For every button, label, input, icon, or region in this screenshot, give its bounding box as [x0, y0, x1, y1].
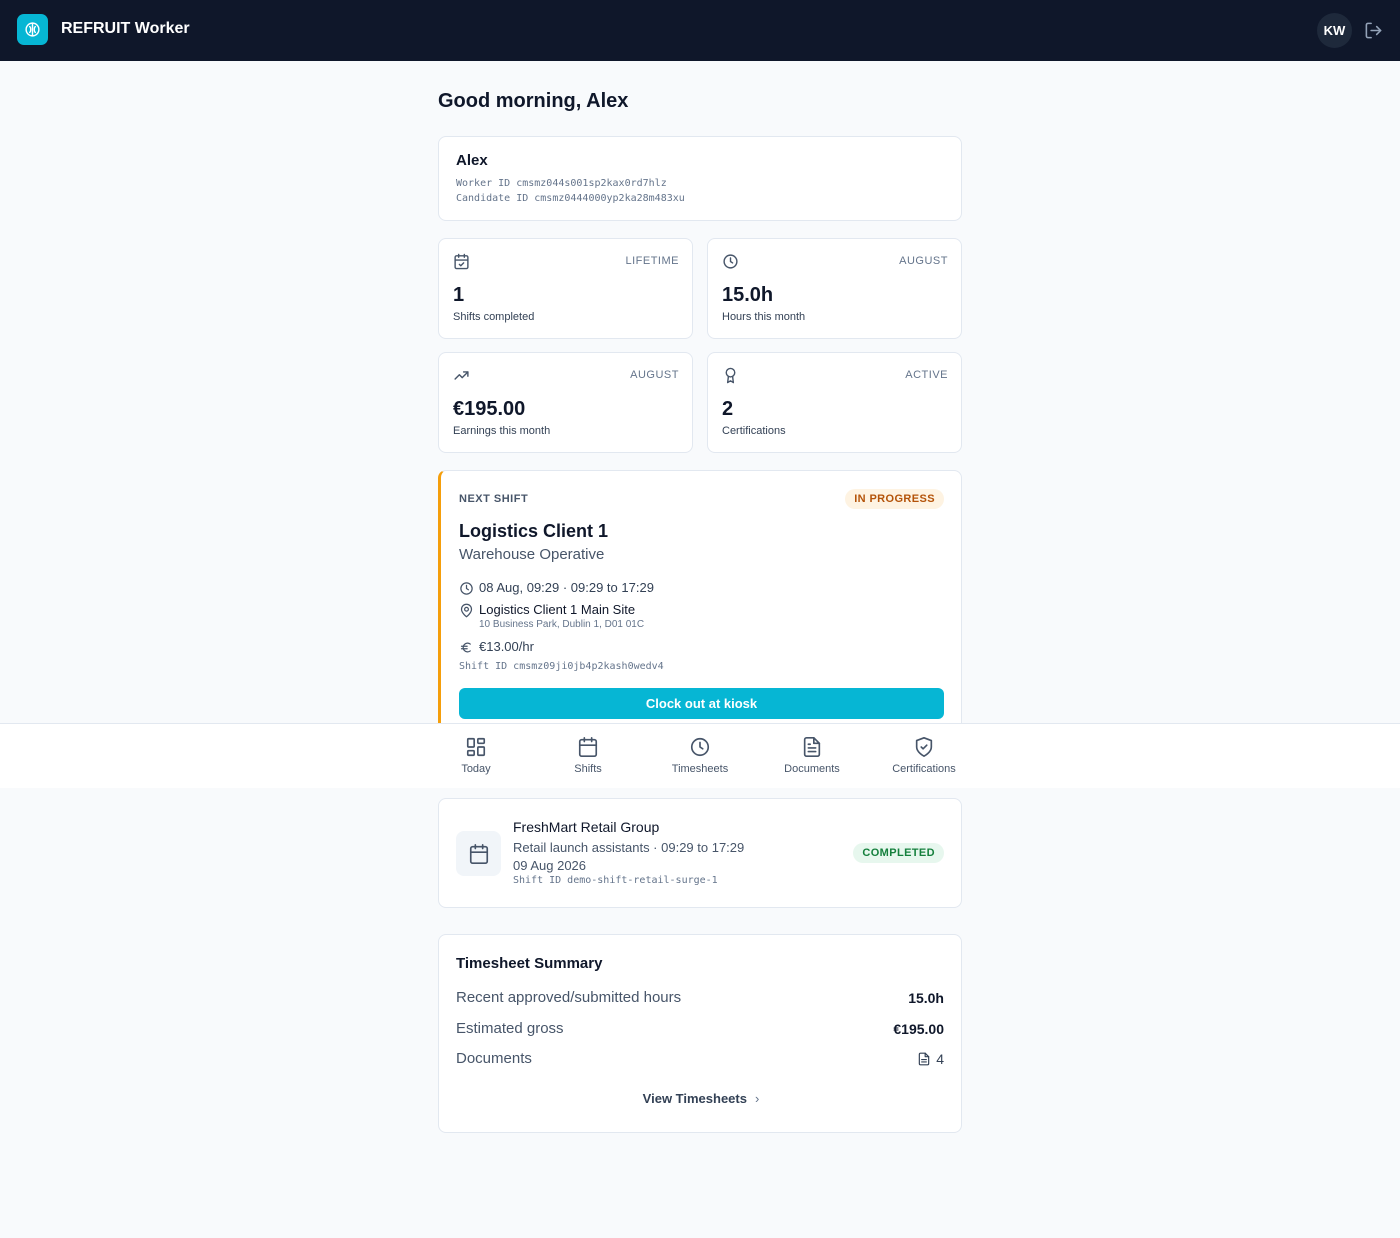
- summary-row-label: Estimated gross: [456, 1020, 564, 1037]
- shift-tile: [456, 831, 501, 876]
- shift-site: Logistics Client 1 Main Site: [479, 602, 636, 617]
- nav-label: Documents: [784, 763, 840, 775]
- view-timesheets-label: View Timesheets: [642, 1091, 747, 1106]
- past-shift-date: 09 Aug 2026: [513, 858, 587, 873]
- map-pin-icon: [460, 603, 473, 618]
- nav-label: Shifts: [574, 763, 602, 775]
- top-bar: REFRUIT Worker KW: [0, 0, 1400, 61]
- summary-row-value: 4: [936, 1051, 944, 1067]
- past-shift-details: Retail launch assistants · 09:29 to 17:2…: [513, 840, 745, 855]
- euro-icon: [460, 642, 471, 653]
- summary-row-value: 15.0h: [908, 990, 944, 1006]
- stat-card-earnings: AUGUST €195.00 Earnings this month: [438, 352, 693, 453]
- status-badge: COMPLETED: [853, 843, 944, 863]
- stat-card-certifications: ACTIVE 2 Certifications: [707, 352, 962, 453]
- clock-out-button[interactable]: Clock out at kiosk: [459, 688, 944, 719]
- shift-time: 08 Aug, 09:29 · 09:29 to 17:29: [479, 580, 654, 595]
- summary-row-label: Documents: [456, 1050, 532, 1067]
- next-shift-eyebrow: NEXT SHIFT: [459, 493, 529, 505]
- stat-period: LIFETIME: [625, 255, 679, 267]
- document-icon: [918, 1052, 930, 1066]
- nav-item-today[interactable]: Today: [420, 724, 532, 789]
- nav-label: Today: [461, 763, 491, 775]
- summary-row-value: €195.00: [893, 1021, 944, 1037]
- trending-up-icon: [454, 371, 469, 380]
- shift-rate: €13.00/hr: [479, 639, 534, 654]
- clock-icon: [460, 582, 473, 595]
- worker-id: Worker ID cmsmz044s001sp2kax0rd7hlz: [456, 178, 667, 189]
- nav-item-shifts[interactable]: Shifts: [532, 724, 644, 789]
- stat-label: Shifts completed: [453, 311, 535, 323]
- documents-count: 4: [917, 1051, 944, 1067]
- view-timesheets-link[interactable]: View Timesheets ›: [439, 1091, 963, 1106]
- logout-icon[interactable]: [1364, 21, 1383, 40]
- nav-item-documents[interactable]: Documents: [756, 724, 868, 789]
- shield-check-icon: [915, 737, 933, 757]
- calendar-icon: [469, 843, 488, 864]
- calendar-check-icon: [454, 253, 469, 270]
- award-icon: [725, 367, 736, 384]
- candidate-id: Candidate ID cmsmz0444000yp2ka28m483xu: [456, 193, 685, 204]
- shift-role: Warehouse Operative: [459, 546, 605, 563]
- app-logo-icon: [17, 14, 48, 45]
- stat-period: AUGUST: [630, 369, 679, 381]
- page-greeting: Good morning, Alex: [438, 90, 629, 112]
- nav-label: Timesheets: [671, 763, 729, 775]
- shift-id: Shift ID cmsmz09ji0jb4p2kash0wedv4: [459, 661, 664, 672]
- clock-icon: [690, 737, 710, 757]
- summary-row-label: Recent approved/submitted hours: [456, 989, 682, 1006]
- past-shift-client: FreshMart Retail Group: [513, 819, 660, 835]
- nav-item-timesheets[interactable]: Timesheets: [644, 724, 756, 789]
- shift-address: 10 Business Park, Dublin 1, D01 01C: [479, 619, 645, 630]
- clock-icon: [723, 254, 738, 269]
- worker-name: Alex: [456, 152, 488, 169]
- document-icon: [803, 737, 821, 757]
- past-shift-id: Shift ID demo-shift-retail-surge-1: [513, 875, 718, 886]
- bottom-nav: Today Shifts Timesheets Documents Certif…: [0, 723, 1400, 788]
- stat-label: Hours this month: [722, 311, 806, 323]
- app-title: REFRUIT Worker: [61, 20, 190, 37]
- calendar-icon: [578, 737, 598, 757]
- stat-label: Certifications: [722, 425, 786, 437]
- nav-item-certifications[interactable]: Certifications: [868, 724, 980, 789]
- stat-card-hours: AUGUST 15.0h Hours this month: [707, 238, 962, 339]
- stat-value: 1: [453, 284, 465, 306]
- stat-card-shifts: LIFETIME 1 Shifts completed: [438, 238, 693, 339]
- stat-value: 15.0h: [722, 284, 774, 306]
- past-shift-card[interactable]: FreshMart Retail Group Retail launch ass…: [438, 798, 962, 908]
- chevron-right-icon: ›: [754, 1091, 760, 1106]
- grid-icon: [466, 737, 486, 757]
- summary-title: Timesheet Summary: [456, 955, 603, 972]
- stat-value: 2: [722, 398, 734, 420]
- timesheet-summary-card: Timesheet Summary Recent approved/submit…: [438, 934, 962, 1133]
- status-badge: IN PROGRESS: [845, 489, 944, 509]
- profile-card: Alex Worker ID cmsmz044s001sp2kax0rd7hlz…: [438, 136, 962, 221]
- user-avatar[interactable]: KW: [1317, 13, 1352, 48]
- stat-value: €195.00: [453, 398, 526, 420]
- shift-client: Logistics Client 1: [459, 521, 609, 541]
- stat-label: Earnings this month: [453, 425, 551, 437]
- stat-period: ACTIVE: [905, 369, 948, 381]
- nav-label: Certifications: [892, 763, 956, 775]
- stat-period: AUGUST: [899, 255, 948, 267]
